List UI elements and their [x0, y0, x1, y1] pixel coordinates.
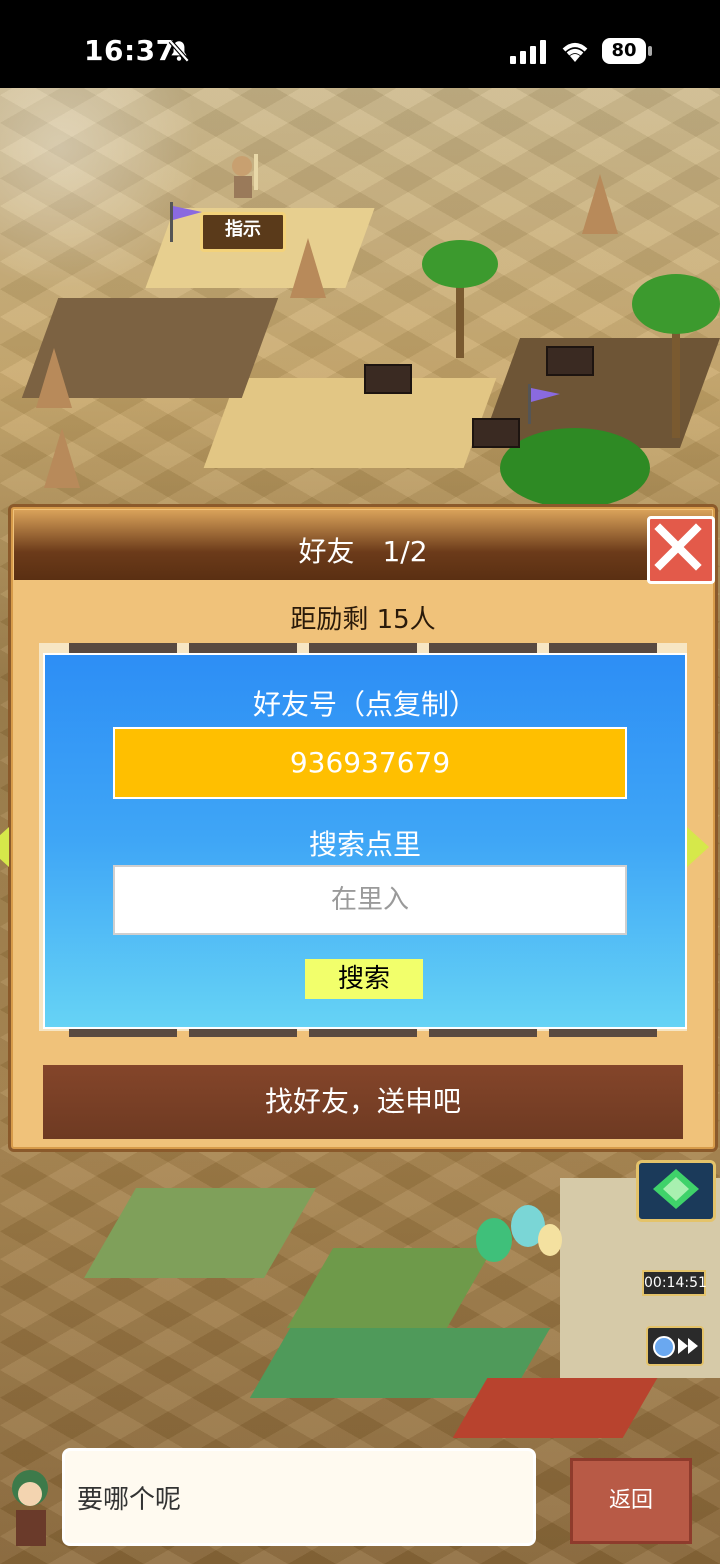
- dialog-title: 好友 1/2: [298, 535, 428, 568]
- friend-dialog: 好友 1/2 距励剩 15人 好友号（点复制） 936937679 搜索点里 在…: [0, 504, 718, 1152]
- silent-bell-icon: [168, 39, 190, 63]
- treasure-chest[interactable]: [472, 418, 520, 448]
- search-label: 搜索点里: [308, 828, 421, 861]
- wifi-icon: [562, 43, 588, 62]
- find-friends-button[interactable]: 找好友，送申吧: [41, 1063, 685, 1141]
- rock-spire: [290, 238, 326, 298]
- palm-tree: [422, 240, 498, 358]
- dialog-header: 好友 1/2: [14, 510, 715, 584]
- red-carpet: [452, 1378, 658, 1438]
- stopwatch-icon: [653, 1336, 698, 1358]
- green-gem-icon: [653, 1169, 699, 1209]
- hint-label[interactable]: 指示: [200, 212, 286, 252]
- rock-spire: [582, 174, 618, 234]
- purple-flag[interactable]: [526, 384, 562, 424]
- gem-icon[interactable]: [636, 1160, 716, 1222]
- close-button[interactable]: [647, 516, 715, 584]
- treasure-chest[interactable]: [546, 346, 594, 376]
- friend-search-panel: 好友号（点复制） 936937679 搜索点里 在里入 搜索: [43, 653, 687, 1029]
- remaining-count-text: 距励剩 15人: [290, 605, 436, 635]
- message-bubble: 要哪个呢: [62, 1448, 536, 1546]
- back-button[interactable]: 返回: [570, 1458, 692, 1544]
- crop-field: [286, 1248, 494, 1328]
- status-bar: 16:37 80: [0, 0, 720, 88]
- purple-flag[interactable]: [168, 202, 204, 242]
- treasure-chest[interactable]: [364, 364, 412, 394]
- close-icon: [654, 523, 702, 571]
- egg-group: [476, 1205, 562, 1262]
- rock-spire: [36, 348, 72, 408]
- battery-icon: 80: [602, 38, 652, 66]
- search-button[interactable]: 搜索: [305, 959, 423, 999]
- fast-forward-icon[interactable]: [646, 1326, 704, 1366]
- explorer-character[interactable]: [222, 150, 272, 210]
- signal-icon: [510, 40, 546, 64]
- crop-field: [84, 1188, 316, 1278]
- timer-display: 00:14:51: [642, 1270, 707, 1296]
- battery-level: 80: [602, 38, 646, 64]
- palm-tree: [500, 428, 650, 508]
- next-page-arrow-icon[interactable]: [687, 827, 709, 867]
- friend-id-label: 好友号（点复制）: [252, 688, 477, 721]
- friend-id-copy-field[interactable]: 936937679: [113, 727, 627, 799]
- sand-tile: [203, 378, 497, 468]
- search-input[interactable]: 在里入: [113, 865, 627, 935]
- rock-spire: [44, 428, 80, 488]
- prev-page-arrow-icon[interactable]: [0, 827, 9, 867]
- status-time: 16:37: [84, 34, 176, 67]
- advisor-avatar: [12, 1470, 48, 1546]
